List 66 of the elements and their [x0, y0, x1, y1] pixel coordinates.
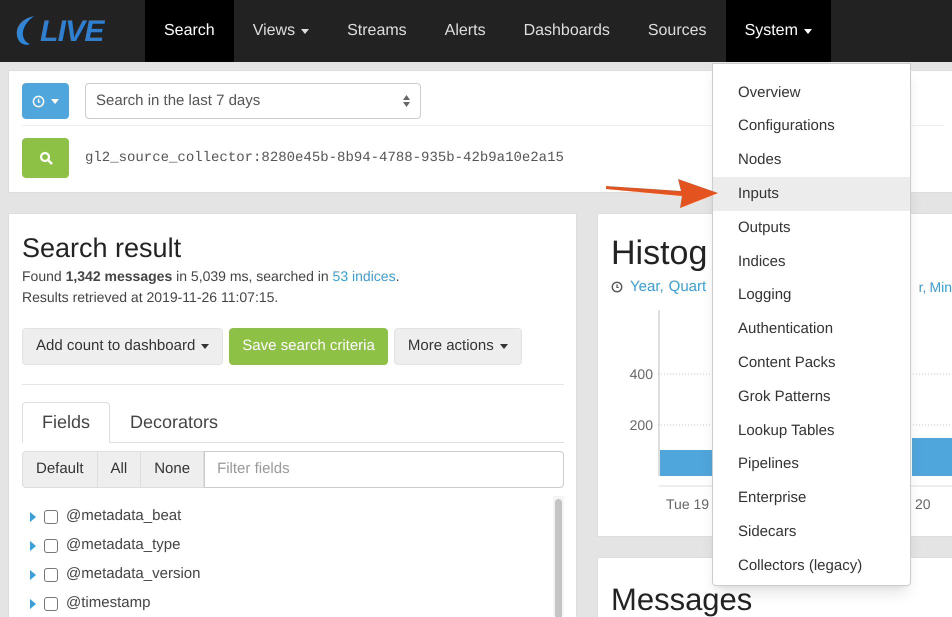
y-tick-label: 200	[630, 416, 654, 432]
filter-field[interactable]: Filter fields	[204, 451, 564, 488]
clock-icon	[611, 281, 623, 294]
menu-item[interactable]: Authentication	[713, 312, 910, 346]
expand-icon[interactable]	[30, 570, 36, 580]
tab[interactable]: Fields	[22, 402, 110, 443]
menu-item[interactable]: Collectors (legacy)	[713, 549, 910, 583]
time-range-select[interactable]: Search in the last 7 days	[85, 83, 421, 119]
menu-item[interactable]: Sidecars	[713, 515, 910, 550]
nav-item[interactable]: Sources	[628, 0, 726, 62]
nav-item[interactable]: Dashboards	[504, 0, 629, 62]
menu-item[interactable]: Lookup Tables	[713, 414, 910, 448]
x-tick-label: Tue 19	[666, 496, 710, 512]
retrieved-text: Results retrieved at 2019-11-26 11:07:15.	[22, 288, 280, 307]
logo[interactable]: LIVE	[0, 0, 145, 62]
nav-item[interactable]: Search	[145, 0, 234, 62]
field-name: @timestamp	[66, 593, 150, 614]
nav-item[interactable]: Alerts	[426, 0, 505, 62]
sort-icon	[403, 95, 410, 107]
menu-item[interactable]: Pipelines	[713, 448, 910, 482]
field-name: @metadata_beat	[66, 506, 182, 526]
tab[interactable]: Decorators	[110, 402, 238, 443]
menu-item[interactable]: Configurations	[713, 110, 910, 144]
dropdown-button[interactable]: More actions	[394, 328, 522, 365]
search-icon	[38, 151, 52, 165]
caret-icon	[51, 98, 59, 104]
histogram-bar	[660, 450, 712, 476]
field-checkbox[interactable]	[44, 510, 58, 524]
caret-icon	[500, 344, 508, 349]
field-checkbox[interactable]	[44, 596, 58, 610]
menu-item[interactable]: Enterprise	[713, 482, 910, 516]
menu-item[interactable]: Logging	[713, 278, 910, 313]
menu-item[interactable]: Indices	[713, 244, 910, 279]
field-checkbox[interactable]	[44, 568, 58, 582]
menu-item[interactable]: Nodes	[713, 144, 910, 178]
caret-icon	[201, 344, 210, 349]
dropdown-button[interactable]: Add count to dashboard	[22, 328, 224, 365]
query-text[interactable]: gl2_source_collector:8280e45b-8b94-4788-935b-42b9a10e2a15	[85, 148, 564, 168]
menu-item[interactable]: Outputs	[713, 211, 910, 245]
menu-item[interactable]: Overview	[713, 76, 910, 110]
expand-icon[interactable]	[30, 540, 36, 550]
scrollbar[interactable]	[553, 496, 564, 616]
field-name: @metadata_type	[66, 535, 180, 556]
nav-item[interactable]: Views	[234, 0, 328, 62]
clock-icon	[32, 94, 45, 108]
search-button[interactable]	[22, 138, 69, 178]
x-tick-label: 20	[915, 496, 931, 512]
nav-item[interactable]: System	[726, 0, 831, 62]
menu-item[interactable]: Inputs	[713, 177, 910, 212]
expand-icon[interactable]	[30, 598, 36, 608]
messages-title: Messages	[611, 584, 752, 616]
histogram-title: Histog	[611, 233, 708, 274]
expand-icon[interactable]	[30, 512, 36, 522]
search-result-title: Search result	[22, 232, 182, 264]
time-range-button[interactable]	[22, 83, 69, 119]
field-checkbox[interactable]	[44, 538, 58, 552]
field-filter-button[interactable]: None	[141, 451, 204, 488]
field-name: @metadata_version	[66, 564, 200, 584]
menu-item[interactable]: Content Packs	[713, 346, 910, 380]
field-filter-button[interactable]: All	[98, 451, 142, 488]
nav-item[interactable]: Streams	[328, 0, 426, 62]
y-tick-label: 400	[630, 366, 654, 382]
menu-item[interactable]: Grok Patterns	[713, 380, 910, 414]
field-filter-button[interactable]: Default	[22, 451, 98, 488]
histogram-bar	[912, 438, 952, 476]
result-summary: Found 1,342 messages in 5,039 ms, searched in 53 indices.	[22, 267, 400, 286]
